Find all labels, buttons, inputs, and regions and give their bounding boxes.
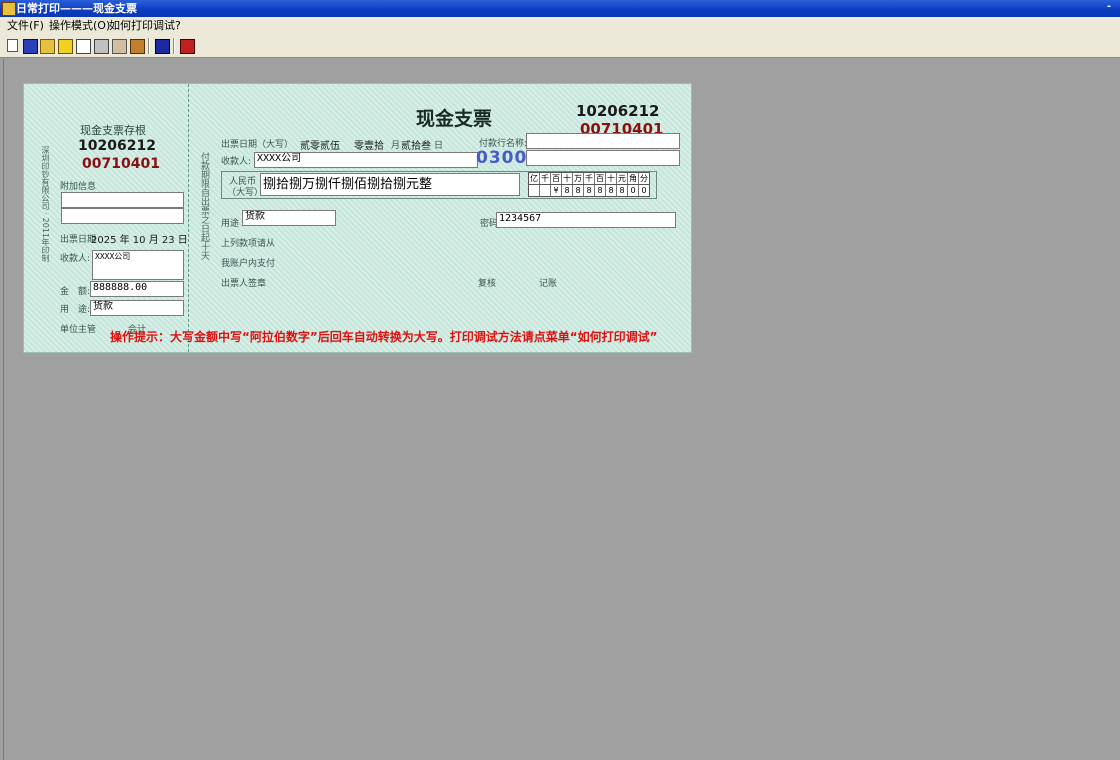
new-doc-icon[interactable] bbox=[7, 39, 18, 52]
digit-value: 8 bbox=[562, 185, 573, 196]
cheque-date-day-unit: 日 bbox=[434, 141, 444, 151]
toolbar-separator bbox=[173, 38, 175, 54]
digit-header: 万 bbox=[574, 173, 584, 184]
digit-header: 十 bbox=[607, 173, 617, 184]
cheque-line2: 我账户内支付 bbox=[221, 259, 276, 269]
digit-value: 8 bbox=[595, 185, 606, 196]
cheque-code1: 10206212 bbox=[576, 102, 660, 120]
print-setup-icon[interactable] bbox=[112, 39, 127, 54]
print-preview-icon[interactable] bbox=[76, 39, 91, 54]
rmb-words-label: （大写） bbox=[227, 188, 264, 198]
amount-words-field[interactable]: 捌拾捌万捌仟捌佰捌拾捌元整 bbox=[260, 173, 520, 196]
payer-bank-field[interactable] bbox=[526, 133, 680, 149]
stub-title: 现金支票存根 bbox=[80, 124, 146, 137]
digit-value: 8 bbox=[617, 185, 628, 196]
toolbar bbox=[0, 35, 1120, 58]
stub-amount-label: 金 额: bbox=[60, 287, 91, 297]
stub-manager-label: 单位主管 bbox=[60, 325, 97, 335]
window-title: 日常打印———现金支票 bbox=[16, 2, 137, 15]
stub-payee-label: 收款人: bbox=[60, 254, 91, 264]
cheque-date-label: 出票日期（大写） bbox=[221, 140, 294, 150]
digit-header: 十 bbox=[563, 173, 573, 184]
cheque-use-label: 用途 bbox=[221, 219, 240, 229]
operation-hint: 操作提示：大写金额中写“阿拉伯数字”后回车自动转换为大写。打印调试方法请点菜单“… bbox=[110, 330, 658, 344]
amount-digit-header: 亿 千 百 十 万 千 百 十 元 角 分 bbox=[528, 172, 650, 185]
cheque-title: 现金支票 bbox=[416, 108, 493, 130]
open-folder-icon[interactable] bbox=[40, 39, 55, 54]
title-bar: 日常打印———现金支票 - bbox=[0, 0, 1120, 17]
cheque-date-day: 贰拾叁 bbox=[401, 141, 431, 152]
digit-header: 千 bbox=[541, 173, 551, 184]
stub-vertical-note: 深圳印钞有限公司 · 2011年印制 bbox=[41, 146, 50, 262]
stub-amount-field[interactable]: 888888.00 bbox=[90, 281, 184, 297]
digit-header: 百 bbox=[596, 173, 606, 184]
toolbar-separator bbox=[148, 38, 150, 54]
stub-attach-field-2[interactable] bbox=[61, 208, 184, 224]
cash-cheque: 现金支票存根 10206212 00710401 深圳印钞有限公司 · 2011… bbox=[23, 83, 692, 353]
cheque-vertical-note: 付款期限自出票之日起十天 bbox=[199, 152, 209, 260]
minimize-button[interactable]: - bbox=[1102, 1, 1116, 15]
cheque-line1: 上列款项请从 bbox=[221, 239, 276, 249]
digit-header: 分 bbox=[640, 174, 648, 183]
help-icon[interactable] bbox=[180, 39, 195, 54]
check-icon[interactable] bbox=[58, 39, 73, 54]
cheque-use-field[interactable]: 货款 bbox=[242, 210, 336, 226]
bank-code-stamp: 0300 bbox=[476, 148, 528, 168]
cheque-payee-label: 收款人: bbox=[221, 157, 252, 167]
tools-icon[interactable] bbox=[130, 39, 145, 54]
signer-label: 出票人签章 bbox=[221, 279, 267, 289]
menu-file[interactable]: 文件(F) bbox=[7, 19, 44, 33]
account-number-field[interactable] bbox=[526, 150, 680, 166]
menu-bar: 文件(F) 操作模式(O) 如何打印调试? bbox=[0, 17, 1120, 35]
app-icon bbox=[2, 2, 16, 16]
cheque-date-year: 贰零贰伍 bbox=[300, 141, 340, 152]
record-label: 记账 bbox=[539, 279, 558, 289]
menu-print-debug-help[interactable]: 如何打印调试? bbox=[109, 19, 181, 33]
menu-operation-mode[interactable]: 操作模式(O) bbox=[49, 19, 110, 33]
stub-payee-field[interactable]: XXXX公司 bbox=[92, 250, 184, 280]
digit-value bbox=[540, 185, 551, 196]
stub-use-field[interactable]: 货款 bbox=[90, 300, 184, 316]
stub-attach-label: 附加信息 bbox=[60, 182, 97, 192]
digit-value: 8 bbox=[606, 185, 617, 196]
digit-value: 0 bbox=[628, 185, 639, 196]
cheque-stub: 现金支票存根 10206212 00710401 深圳印钞有限公司 · 2011… bbox=[24, 84, 189, 352]
stub-code1: 10206212 bbox=[78, 138, 156, 154]
cheque-payee-field[interactable]: XXXX公司 bbox=[254, 152, 478, 168]
save-icon[interactable] bbox=[23, 39, 38, 54]
digit-header: 百 bbox=[552, 173, 562, 184]
digit-value: 0 bbox=[641, 186, 647, 195]
amount-digit-values: ¥ 8 8 8 8 8 8 0 0 bbox=[528, 185, 650, 197]
digit-header: 亿 bbox=[530, 173, 540, 184]
printer-icon[interactable] bbox=[94, 39, 109, 54]
cheque-date-month: 零壹拾 bbox=[354, 141, 384, 152]
book-icon[interactable] bbox=[155, 39, 170, 54]
digit-value bbox=[529, 185, 540, 196]
digit-header: 角 bbox=[629, 173, 639, 184]
stub-attach-field-1[interactable] bbox=[61, 192, 184, 208]
digit-header: 千 bbox=[585, 173, 595, 184]
digit-header: 元 bbox=[618, 173, 628, 184]
stub-use-label: 用 途: bbox=[60, 305, 91, 315]
stub-code2: 00710401 bbox=[82, 156, 160, 172]
stub-date-value: 2025 年 10 月 23 日 bbox=[91, 235, 188, 246]
cheque-date-month-unit: 月 bbox=[391, 141, 401, 151]
digit-value: 8 bbox=[573, 185, 584, 196]
digit-value: ¥ bbox=[551, 185, 562, 196]
password-field[interactable]: 1234567 bbox=[496, 212, 676, 228]
digit-value: 8 bbox=[584, 185, 595, 196]
review-label: 复核 bbox=[478, 279, 497, 289]
